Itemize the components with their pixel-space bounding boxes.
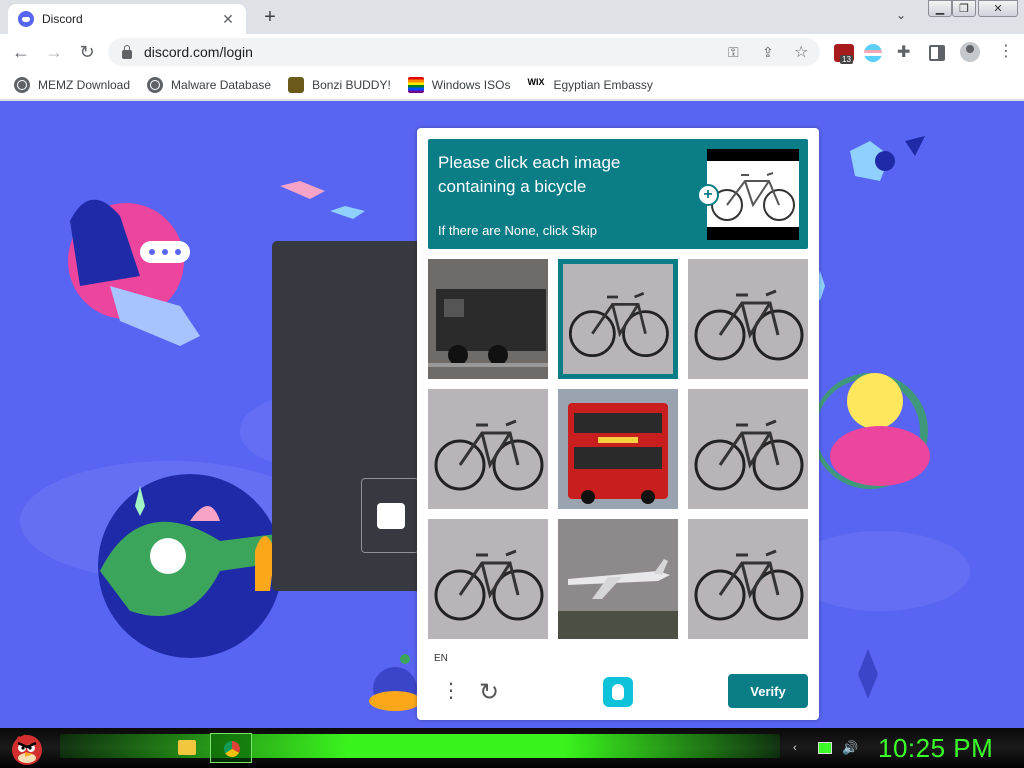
bookmark-windows-isos[interactable]: Windows ISOs bbox=[407, 76, 511, 93]
captcha-tile-bicycle[interactable] bbox=[428, 519, 548, 639]
captcha-tile-bicycle[interactable] bbox=[688, 389, 808, 509]
bonzi-icon bbox=[288, 76, 305, 93]
chrome-taskbar-button[interactable] bbox=[210, 733, 252, 763]
tray-arrow-icon[interactable]: ‹ bbox=[793, 742, 797, 754]
discord-icon bbox=[18, 11, 34, 27]
bookmark-label: MEMZ Download bbox=[38, 77, 131, 92]
captcha-tile-bicycle[interactable] bbox=[688, 259, 808, 379]
zoom-example-icon[interactable]: + bbox=[697, 184, 719, 206]
file-explorer-icon[interactable] bbox=[178, 740, 196, 755]
tab-search-icon[interactable]: ⌄ bbox=[896, 8, 906, 22]
tab-discord[interactable]: Discord ✕ bbox=[8, 4, 246, 34]
window-restore-button[interactable]: ❐ bbox=[952, 0, 976, 17]
reload-button[interactable]: ↻ bbox=[75, 40, 99, 64]
captcha-tile-bicycle[interactable] bbox=[688, 519, 808, 639]
refresh-challenge-icon[interactable]: ↻ bbox=[479, 678, 499, 707]
tab-title: Discord bbox=[42, 12, 83, 26]
extension-badge: 13 bbox=[840, 55, 853, 64]
tab-strip: Discord ✕ + ⌄ ▁ ❐ ✕ bbox=[0, 0, 1024, 34]
screen: Discord ✕ + ⌄ ▁ ❐ ✕ ← → ↻ discord.com/lo… bbox=[0, 0, 1024, 768]
bookmark-label: Windows ISOs bbox=[431, 77, 511, 92]
wix-icon: WIX bbox=[527, 76, 545, 87]
example-image bbox=[707, 149, 799, 240]
captcha-tile-train[interactable] bbox=[428, 259, 548, 379]
taskbar-glow bbox=[60, 734, 780, 758]
discord-login-page: Please click each image containing a bic… bbox=[0, 101, 1024, 728]
globe-icon bbox=[147, 76, 164, 93]
network-icon[interactable] bbox=[818, 742, 832, 754]
volume-icon[interactable]: 🔊 bbox=[842, 740, 858, 756]
bookmark-memz[interactable]: MEMZ Download bbox=[14, 76, 131, 93]
bookmark-egyptian-embassy[interactable]: WIX Egyptian Embassy bbox=[527, 77, 652, 93]
side-panel-icon[interactable] bbox=[929, 45, 945, 61]
forward-button[interactable]: → bbox=[42, 40, 66, 64]
bookmark-star-icon[interactable]: ☆ bbox=[794, 42, 808, 62]
language-selector[interactable]: EN bbox=[434, 653, 448, 664]
close-tab-icon[interactable]: ✕ bbox=[220, 11, 236, 28]
captcha-prompt: Please click each image containing a bic… bbox=[438, 153, 621, 196]
pride-flag-extension-icon[interactable] bbox=[864, 44, 882, 62]
browser-menu-icon[interactable]: ⋮ bbox=[998, 41, 1014, 61]
new-tab-button[interactable]: + bbox=[258, 6, 282, 30]
globe-icon bbox=[14, 76, 30, 93]
bookmark-label: Bonzi BUDDY! bbox=[312, 77, 391, 92]
angry-bird-start-icon[interactable] bbox=[8, 729, 46, 767]
lock-icon[interactable] bbox=[122, 44, 132, 59]
share-icon[interactable]: ⇪ bbox=[762, 44, 774, 61]
captcha-tile-bus[interactable] bbox=[558, 389, 678, 509]
url-text[interactable]: discord.com/login bbox=[144, 44, 253, 60]
back-button[interactable]: ← bbox=[9, 40, 33, 64]
bookmark-bonzi-buddy[interactable]: Bonzi BUDDY! bbox=[288, 76, 391, 93]
bookmark-label: Malware Database bbox=[171, 77, 272, 92]
captcha-image-grid bbox=[428, 259, 808, 639]
window-minimize-button[interactable]: ▁ bbox=[928, 0, 952, 17]
captcha-tile-bicycle[interactable] bbox=[558, 259, 678, 379]
taskbar-clock[interactable]: 10:25 PM bbox=[878, 733, 993, 764]
captcha-tile-bicycle[interactable] bbox=[428, 389, 548, 509]
password-key-icon[interactable]: ⚿ bbox=[728, 44, 739, 61]
captcha-menu-icon[interactable]: ⋮ bbox=[441, 681, 461, 701]
qr-code-panel bbox=[361, 478, 419, 553]
address-bar[interactable]: discord.com/login ⚿ ⇪ ☆ bbox=[108, 38, 820, 66]
captcha-header: Please click each image containing a bic… bbox=[428, 139, 808, 249]
captcha-tile-airplane[interactable] bbox=[558, 519, 678, 639]
bookmark-malware-database[interactable]: Malware Database bbox=[147, 76, 272, 93]
verify-button[interactable]: Verify bbox=[728, 674, 808, 708]
captcha-hint: If there are None, click Skip bbox=[438, 223, 597, 238]
hcaptcha-logo-icon[interactable] bbox=[603, 677, 633, 707]
captcha-challenge: Please click each image containing a bic… bbox=[417, 128, 819, 720]
bookmarks-bar: MEMZ Download Malware Database Bonzi BUD… bbox=[0, 70, 1024, 100]
profile-avatar[interactable] bbox=[960, 42, 980, 62]
window-close-button[interactable]: ✕ bbox=[978, 0, 1018, 17]
puzzle-extensions-icon[interactable]: ✚ bbox=[897, 42, 917, 61]
rainbow-icon bbox=[407, 76, 424, 93]
bookmark-label: Egyptian Embassy bbox=[553, 77, 653, 92]
